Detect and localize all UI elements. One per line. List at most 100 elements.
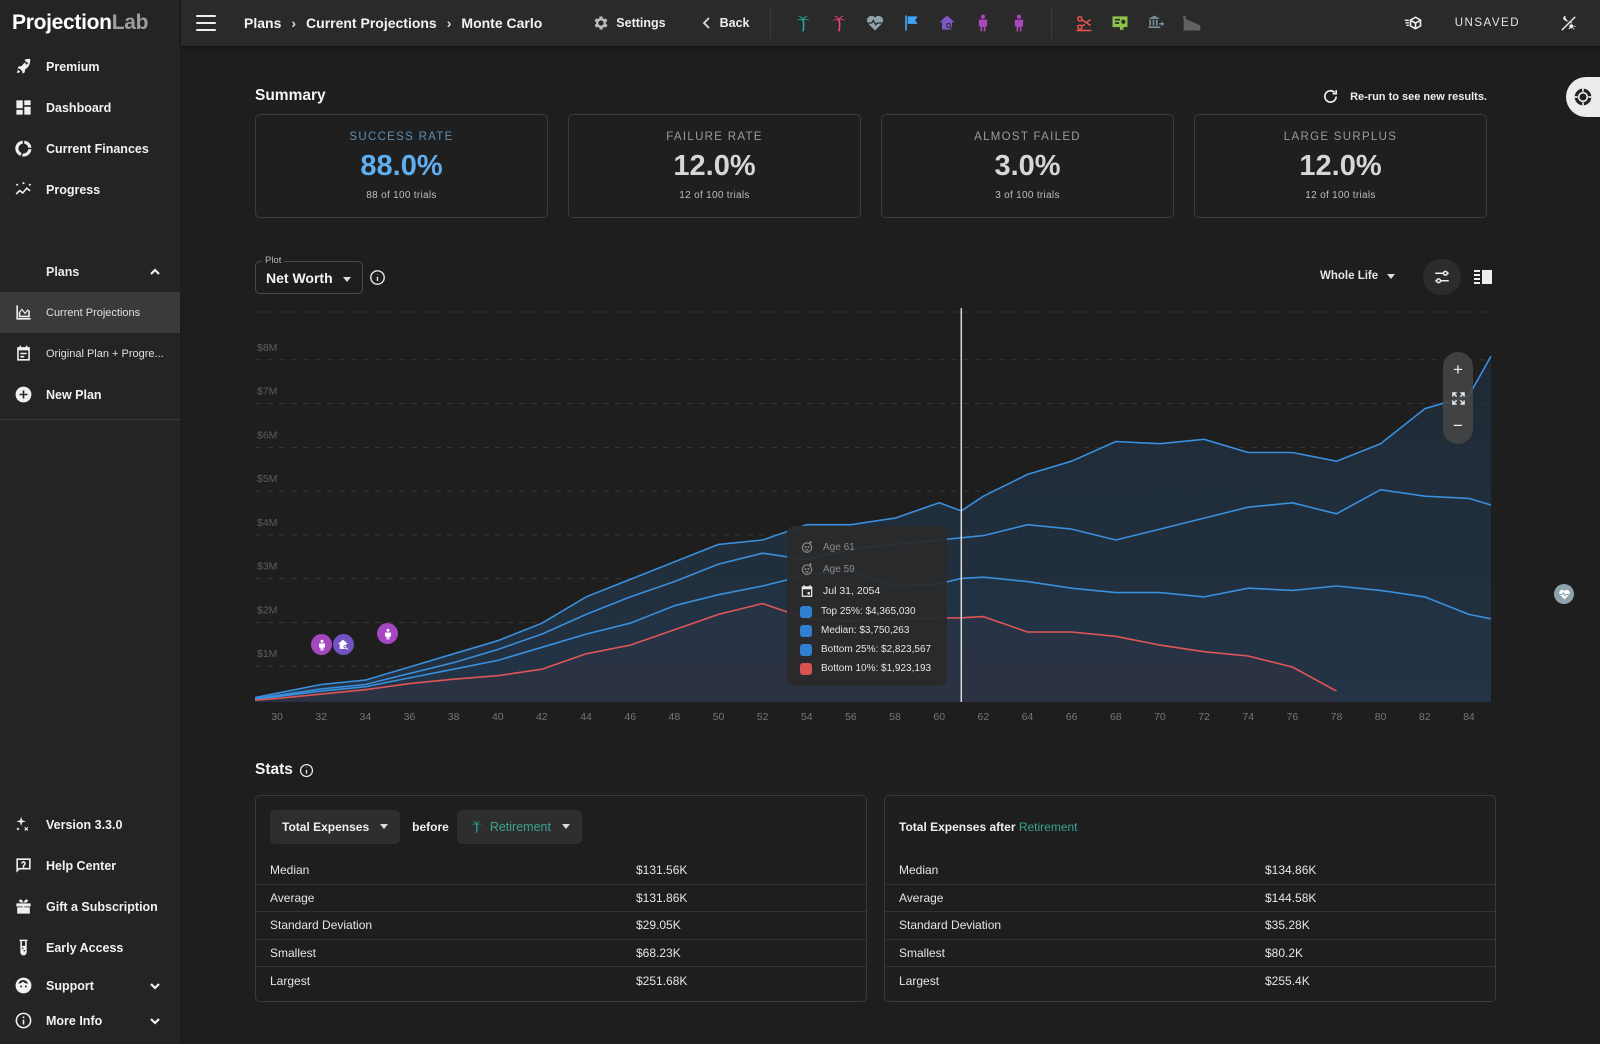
house-search-icon[interactable] bbox=[929, 8, 965, 38]
stat-value: $35.28K bbox=[1265, 918, 1310, 933]
person-icon[interactable] bbox=[965, 8, 1001, 38]
house-search-icon bbox=[338, 639, 349, 650]
x-tick-label: 40 bbox=[492, 711, 504, 723]
sidebar-item-dashboard[interactable]: Dashboard bbox=[0, 87, 180, 128]
sidebar-item-original-plan[interactable]: Original Plan + Progre... bbox=[0, 333, 180, 374]
cut-expense-icon[interactable] bbox=[1066, 8, 1102, 38]
sliders-icon bbox=[1435, 270, 1449, 284]
rerun-button[interactable]: Re-run to see new results. bbox=[1322, 88, 1487, 105]
info-icon[interactable] bbox=[299, 763, 314, 778]
success-rate-card: SUCCESS RATE 88.0% 88 of 100 trials bbox=[255, 114, 548, 218]
chart-event-health-marker[interactable] bbox=[1554, 584, 1574, 604]
cube-list-icon[interactable] bbox=[1395, 8, 1431, 38]
person-icon bbox=[384, 628, 391, 639]
certificate-icon[interactable] bbox=[1102, 8, 1138, 38]
chart-filter-button[interactable] bbox=[1423, 259, 1461, 295]
zoom-in-button[interactable]: + bbox=[1446, 358, 1470, 382]
sidebar-item-early-access[interactable]: Early Access bbox=[0, 927, 180, 968]
palm-tree-icon[interactable] bbox=[821, 8, 857, 38]
time-range-select[interactable]: Whole Life bbox=[1320, 270, 1396, 282]
save-status-badge[interactable]: UNSAVED bbox=[1455, 17, 1520, 29]
sidebar-item-support[interactable]: Support bbox=[0, 968, 180, 1003]
support-agent-icon bbox=[12, 975, 34, 997]
table-row: Standard Deviation $29.05K bbox=[256, 912, 866, 940]
series-swatch bbox=[800, 624, 812, 637]
sparkles-icon bbox=[12, 814, 34, 836]
reset-zoom-button[interactable] bbox=[1446, 386, 1470, 410]
x-tick-label: 30 bbox=[271, 711, 283, 723]
main-content: Summary Re-run to see new results. SUCCE… bbox=[181, 46, 1600, 1044]
sidebar-item-help-center[interactable]: Help Center bbox=[0, 845, 180, 886]
slope-icon[interactable] bbox=[1174, 8, 1210, 38]
sidebar-item-new-plan[interactable]: New Plan bbox=[0, 374, 180, 415]
caret-down-icon bbox=[561, 824, 570, 829]
health-heart-icon[interactable] bbox=[857, 8, 893, 38]
back-label: Back bbox=[719, 16, 750, 30]
chip-side-tab[interactable] bbox=[1566, 77, 1600, 117]
sidebar-item-progress[interactable]: Progress bbox=[0, 169, 180, 210]
help-icon bbox=[12, 855, 34, 877]
stats-after-header: Total Expenses after Retirement bbox=[885, 796, 1495, 857]
y-tick-label: $4M bbox=[257, 517, 277, 529]
sidebar-item-current-projections[interactable]: Current Projections bbox=[0, 292, 180, 333]
info-icon[interactable] bbox=[369, 269, 386, 286]
tooltip-series-row: Top 25%: $4,365,030 bbox=[799, 602, 947, 621]
net-worth-chart[interactable]: $1M $2M $3M $4M $5M $6M $7M $8M 30 32 34 36 38 40 42 44… bbox=[255, 308, 1574, 748]
sidebar-item-label: More Info bbox=[46, 1013, 103, 1028]
logo[interactable]: Projection Lab bbox=[0, 0, 180, 46]
health-heart-icon bbox=[1558, 589, 1570, 599]
legend-toggle-button[interactable] bbox=[1471, 266, 1495, 288]
y-tick-label: $1M bbox=[257, 648, 277, 660]
sidebar-divider bbox=[0, 419, 180, 420]
sidebar: Projection Lab Premium Dashboard Current … bbox=[0, 0, 181, 1044]
x-tick-label: 66 bbox=[1066, 711, 1078, 723]
area-chart-icon bbox=[12, 302, 34, 324]
chart-event-house-marker[interactable] bbox=[333, 634, 354, 655]
chart-event-person-marker[interactable] bbox=[311, 634, 332, 655]
zoom-out-button[interactable]: − bbox=[1446, 414, 1470, 438]
card-value: 88.0% bbox=[360, 150, 443, 182]
refresh-icon bbox=[1324, 89, 1338, 103]
gear-icon bbox=[594, 16, 608, 30]
x-tick-label: 42 bbox=[536, 711, 548, 723]
metric-select[interactable]: Total Expenses bbox=[270, 809, 401, 844]
tooltip-series-row: Bottom 25%: $2,823,567 bbox=[799, 640, 947, 659]
breadcrumb: Plans › Current Projections › Monte Carl… bbox=[244, 15, 542, 31]
settings-button[interactable]: Settings bbox=[592, 14, 666, 32]
chart-event-person-marker[interactable] bbox=[377, 623, 398, 644]
plot-select[interactable]: Plot Net Worth bbox=[255, 255, 363, 294]
bank-transfer-icon[interactable] bbox=[1138, 8, 1174, 38]
breadcrumb-current-projections[interactable]: Current Projections bbox=[306, 15, 437, 31]
sidebar-item-current-finances[interactable]: Current Finances bbox=[0, 128, 180, 169]
sidebar-item-version[interactable]: Version 3.3.0 bbox=[0, 804, 180, 845]
flag-icon[interactable] bbox=[893, 8, 929, 38]
top-bar: Plans › Current Projections › Monte Carl… bbox=[181, 0, 1600, 46]
retirement-palm-icon[interactable] bbox=[785, 8, 821, 38]
series-swatch bbox=[800, 643, 812, 656]
sidebar-item-label: Early Access bbox=[46, 940, 124, 955]
tooltip-age-primary-label: Age 61 bbox=[823, 541, 855, 553]
card-label: FAILURE RATE bbox=[666, 131, 763, 143]
metric-select-value: Total Expenses bbox=[282, 819, 370, 834]
stats-before-panel: Total Expenses before Retirement Median $… bbox=[255, 795, 867, 1002]
milestone-select-value: Retirement bbox=[489, 819, 551, 834]
table-row: Smallest $68.23K bbox=[256, 940, 866, 967]
menu-icon[interactable] bbox=[196, 15, 216, 31]
sidebar-item-more-info[interactable]: More Info bbox=[0, 1003, 180, 1038]
milestone-select[interactable]: Retirement bbox=[456, 809, 582, 844]
sidebar-item-premium[interactable]: Premium bbox=[0, 46, 180, 87]
table-row: Largest $255.4K bbox=[885, 967, 1495, 995]
theme-toggle-icon[interactable] bbox=[1550, 8, 1586, 38]
stat-key: Smallest bbox=[270, 945, 317, 960]
back-button[interactable]: Back bbox=[700, 16, 750, 30]
breadcrumb-plans[interactable]: Plans bbox=[244, 15, 281, 31]
caret-down-icon bbox=[1387, 273, 1396, 279]
baby-face-icon bbox=[799, 540, 814, 555]
poker-chip-icon bbox=[1574, 88, 1592, 106]
expand-icon bbox=[1451, 391, 1465, 405]
sidebar-item-gift-subscription[interactable]: Gift a Subscription bbox=[0, 886, 180, 927]
stats-title: Stats bbox=[255, 761, 314, 779]
plans-group-toggle[interactable]: Plans bbox=[0, 251, 180, 292]
person-icon[interactable] bbox=[1001, 8, 1037, 38]
sparkline-icon bbox=[12, 179, 34, 201]
